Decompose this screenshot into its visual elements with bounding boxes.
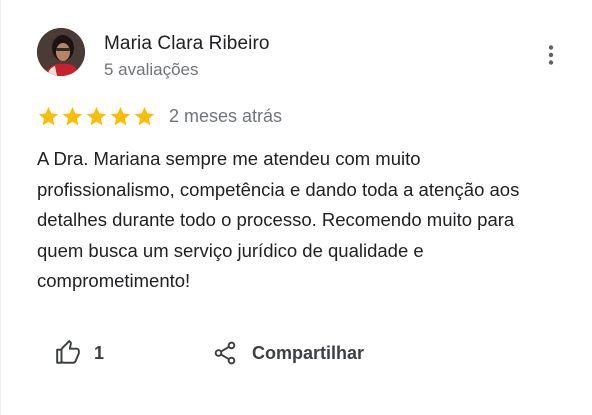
review-date: 2 meses atrás <box>169 106 283 126</box>
share-icon <box>214 341 236 365</box>
like-button[interactable]: 1 <box>55 340 104 366</box>
rating-row: 2 meses atrás <box>37 105 282 128</box>
like-count: 1 <box>94 342 105 363</box>
review-card: Maria Clara Ribeiro 5 avaliações 2 meses… <box>0 0 592 415</box>
avatar[interactable] <box>37 28 85 76</box>
share-button[interactable]: Compartilhar <box>212 340 364 366</box>
star-rating <box>37 105 156 128</box>
star-icon <box>134 106 155 126</box>
star-icon <box>86 106 107 126</box>
review-text: A Dra. Mariana sempre me atendeu com mui… <box>37 148 520 291</box>
star-icon <box>62 106 83 126</box>
author-name[interactable]: Maria Clara Ribeiro <box>104 33 270 55</box>
more-options-button[interactable] <box>539 40 563 70</box>
more-vert-icon <box>548 45 554 65</box>
avatar-photo <box>37 28 85 76</box>
star-icon <box>110 106 131 126</box>
author-review-count: 5 avaliações <box>104 60 199 79</box>
thumb-up-icon <box>56 340 80 364</box>
star-icon <box>38 106 59 126</box>
share-label: Compartilhar <box>252 342 365 363</box>
